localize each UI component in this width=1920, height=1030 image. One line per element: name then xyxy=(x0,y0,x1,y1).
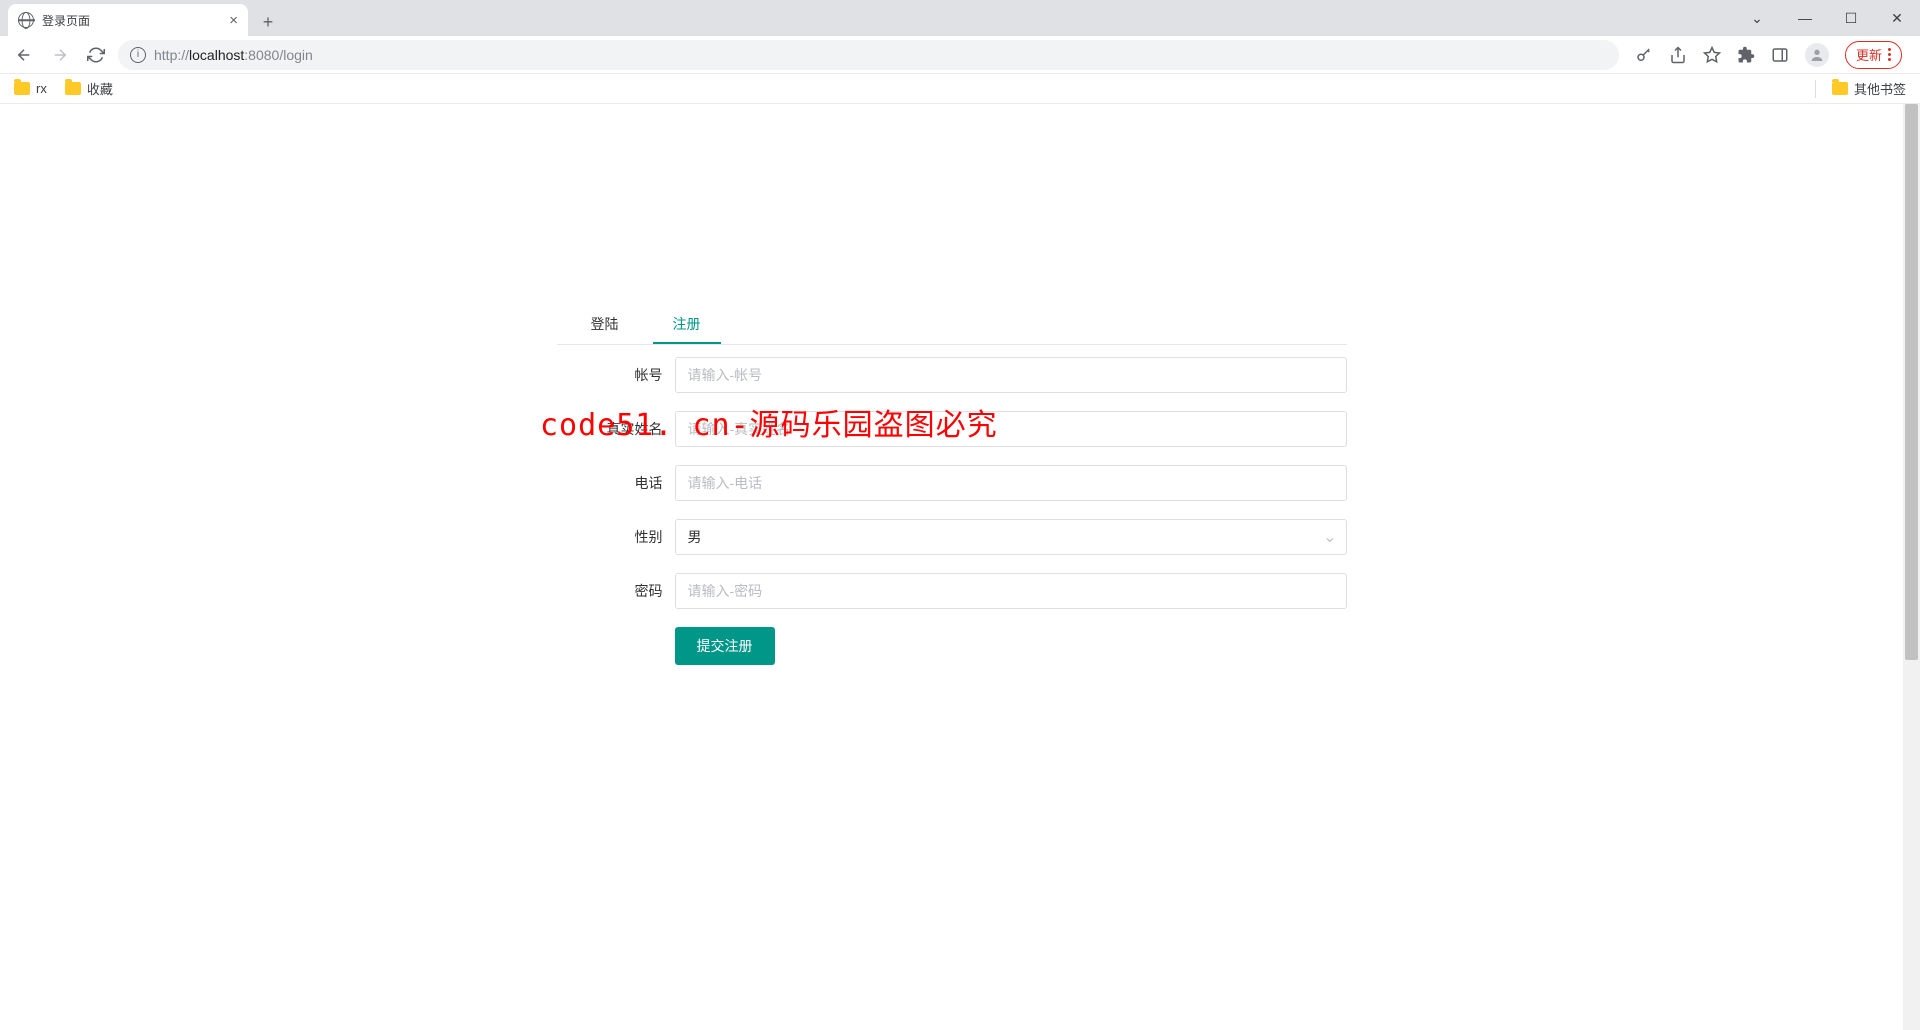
realname-label: 真实姓名 xyxy=(557,419,675,439)
folder-icon xyxy=(1832,82,1848,95)
forward-button[interactable] xyxy=(46,41,74,69)
tab-login[interactable]: 登陆 xyxy=(557,304,653,344)
close-tab-icon[interactable]: × xyxy=(229,13,238,28)
scrollbar-thumb[interactable] xyxy=(1905,104,1918,660)
address-bar: i http://localhost:8080/login 更新 xyxy=(0,36,1920,74)
form-row-gender: 性别 ⌄ xyxy=(557,519,1347,555)
side-panel-icon[interactable] xyxy=(1771,46,1789,64)
page-content: 登陆 注册 帐号 真实姓名 电话 性别 ⌄ xyxy=(0,104,1903,1030)
close-window-button[interactable]: ✕ xyxy=(1874,0,1920,36)
auth-panel: 登陆 注册 帐号 真实姓名 电话 性别 ⌄ xyxy=(557,304,1347,665)
bookmark-item[interactable]: 收藏 xyxy=(65,79,113,98)
realname-input[interactable] xyxy=(675,411,1347,447)
reload-button[interactable] xyxy=(82,41,110,69)
submit-register-button[interactable]: 提交注册 xyxy=(675,627,775,665)
tab-search-icon[interactable]: ⌄ xyxy=(1734,0,1780,36)
gender-label: 性别 xyxy=(557,527,675,547)
register-form: 帐号 真实姓名 电话 性别 ⌄ 密码 提交注册 xyxy=(557,345,1347,665)
bookmark-label: 收藏 xyxy=(87,79,113,98)
bookmark-star-icon[interactable] xyxy=(1703,46,1721,64)
site-info-icon[interactable]: i xyxy=(130,47,146,63)
window-controls: ⌄ — ☐ ✕ xyxy=(1734,0,1920,36)
bookmark-item[interactable]: rx xyxy=(14,81,47,96)
account-input[interactable] xyxy=(675,357,1347,393)
url-text: http://localhost:8080/login xyxy=(154,47,313,63)
globe-icon xyxy=(18,12,34,28)
other-bookmarks[interactable]: 其他书签 xyxy=(1815,79,1906,98)
share-icon[interactable] xyxy=(1669,46,1687,64)
password-input[interactable] xyxy=(675,573,1347,609)
auth-tabs: 登陆 注册 xyxy=(557,304,1347,345)
extensions-icon[interactable] xyxy=(1737,46,1755,64)
update-label: 更新 xyxy=(1856,45,1882,64)
form-row-phone: 电话 xyxy=(557,465,1347,501)
back-button[interactable] xyxy=(10,41,38,69)
phone-input[interactable] xyxy=(675,465,1347,501)
minimize-button[interactable]: — xyxy=(1782,0,1828,36)
folder-icon xyxy=(65,82,81,95)
toolbar-icons: 更新 xyxy=(1627,41,1910,69)
form-row-realname: 真实姓名 xyxy=(557,411,1347,447)
bookmark-label: rx xyxy=(36,81,47,96)
new-tab-button[interactable]: + xyxy=(254,8,282,36)
account-label: 帐号 xyxy=(557,365,675,385)
gender-select[interactable] xyxy=(675,519,1347,555)
phone-label: 电话 xyxy=(557,473,675,493)
tab-title: 登录页面 xyxy=(42,12,90,29)
folder-icon xyxy=(14,82,30,95)
maximize-button[interactable]: ☐ xyxy=(1828,0,1874,36)
tab-register[interactable]: 注册 xyxy=(653,304,721,344)
bookmarks-bar: rx 收藏 其他书签 xyxy=(0,74,1920,104)
password-key-icon[interactable] xyxy=(1635,46,1653,64)
password-label: 密码 xyxy=(557,581,675,601)
tab-strip: 登录页面 × + ⌄ — ☐ ✕ xyxy=(0,0,1920,36)
browser-tab[interactable]: 登录页面 × xyxy=(8,4,248,36)
url-input[interactable]: i http://localhost:8080/login xyxy=(118,40,1619,70)
form-row-password: 密码 xyxy=(557,573,1347,609)
form-row-account: 帐号 xyxy=(557,357,1347,393)
bookmark-label: 其他书签 xyxy=(1854,79,1906,98)
profile-avatar[interactable] xyxy=(1805,43,1829,67)
browser-chrome: 登录页面 × + ⌄ — ☐ ✕ i http://localhost:8080… xyxy=(0,0,1920,104)
menu-dots-icon xyxy=(1888,48,1891,61)
update-button[interactable]: 更新 xyxy=(1845,41,1902,69)
vertical-scrollbar[interactable] xyxy=(1903,104,1920,1030)
